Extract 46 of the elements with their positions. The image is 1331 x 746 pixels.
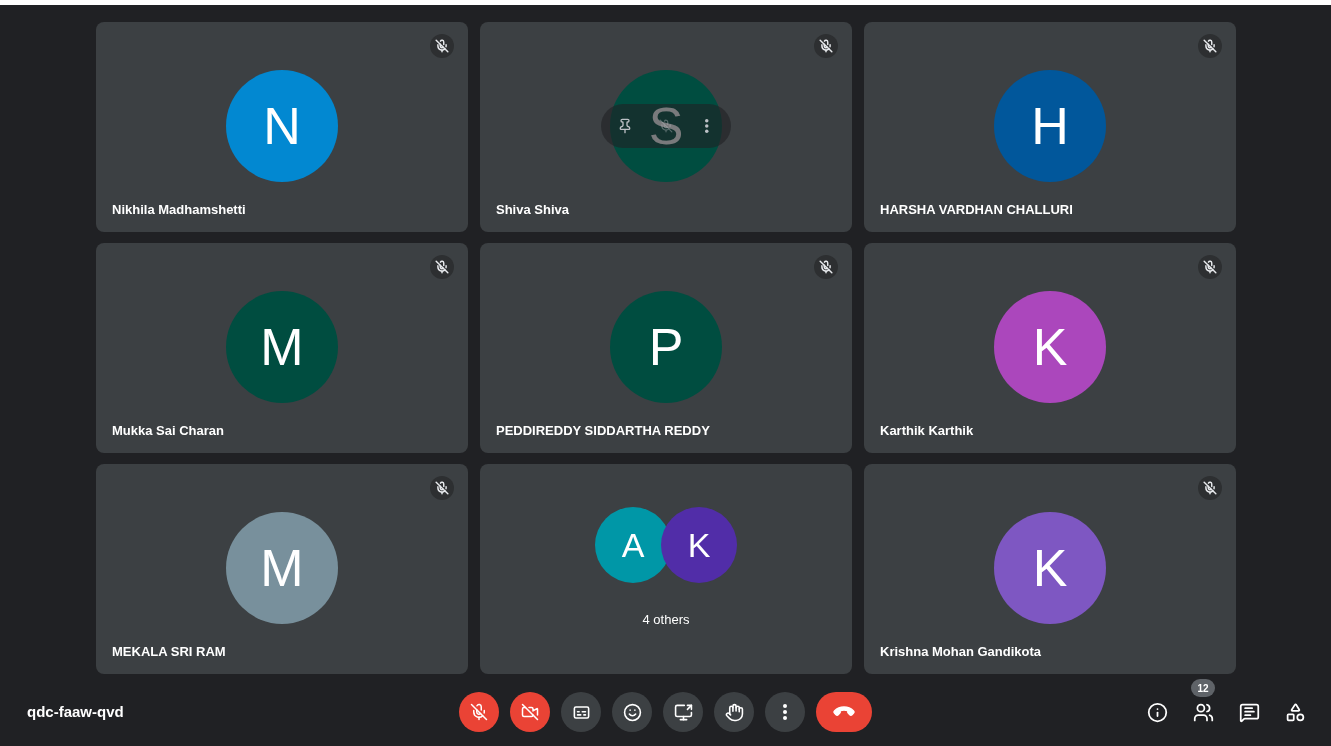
participant-tile[interactable]: A K 4 others [480,464,852,674]
participant-tile[interactable]: S Shiva Shiva [480,22,852,232]
avatar: M [226,512,338,624]
participant-tile[interactable]: M MEKALA SRI RAM [96,464,468,674]
meeting-code: qdc-faaw-qvd [27,703,124,720]
participant-name: HARSHA VARDHAN CHALLURI [880,200,1073,219]
microphone-button[interactable] [459,692,499,732]
emoji-button[interactable] [612,692,652,732]
present-button[interactable] [663,692,703,732]
more-options-button[interactable] [765,692,805,732]
mic-off-icon [470,703,488,721]
count-badge: 12 [1191,679,1215,697]
captions-button[interactable] [561,692,601,732]
participant-name: PEDDIREDDY SIDDARTHA REDDY [496,421,710,440]
participant-name: Karthik Karthik [880,421,974,440]
others-count: 4 others [642,611,690,629]
avatar: K [994,291,1106,403]
participant-tile[interactable]: M Mukka Sai Charan [96,243,468,453]
camera-off-icon [521,703,539,721]
participant-tile[interactable]: K Karthik Karthik [864,243,1236,453]
participant-tile[interactable]: K Krishna Mohan Gandikota [864,464,1236,674]
participant-name: Krishna Mohan Gandikota [880,642,1042,661]
avatar: M [226,291,338,403]
pin-icon [617,118,633,134]
participant-tile[interactable]: N Nikhila Madhamshetti [96,22,468,232]
avatar: K [661,507,737,583]
avatar: K [994,512,1106,624]
more-icon [705,119,709,133]
avatar: N [226,70,338,182]
participant-tile[interactable]: H HARSHA VARDHAN CHALLURI [864,22,1236,232]
raise-hand-button[interactable] [714,692,754,732]
avatar: P [610,291,722,403]
participant-name: MEKALA SRI RAM [112,642,226,661]
participant-name: Shiva Shiva [496,200,569,219]
avatar: H [994,70,1106,182]
smiley-icon [622,702,642,722]
more-icon [783,704,787,720]
participant-name: Nikhila Madhamshetti [112,200,246,219]
participant-name: Mukka Sai Charan [112,421,224,440]
camera-button[interactable] [510,692,550,732]
hang-up-button[interactable] [816,692,872,732]
avatar: S [610,70,722,182]
participant-tile[interactable]: P PEDDIREDDY SIDDARTHA REDDY [480,243,852,453]
present-screen-icon [673,702,693,722]
mic-off-icon [659,119,673,133]
hand-icon [724,702,744,722]
